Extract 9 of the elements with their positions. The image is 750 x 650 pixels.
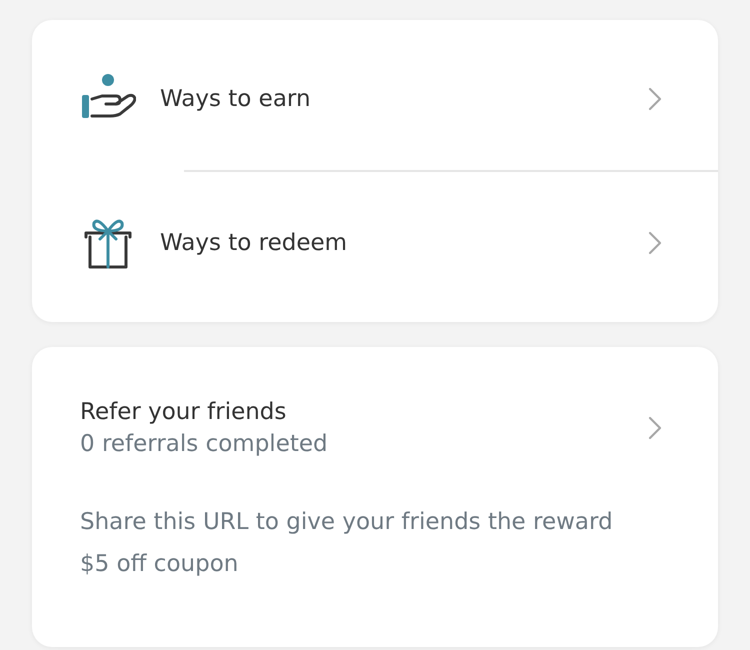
chevron-icon <box>648 416 662 440</box>
chevron-icon <box>648 87 662 111</box>
menu-item[interactable]: Ways to redeem <box>160 230 648 256</box>
menu-item[interactable]: Ways to earn <box>160 86 648 112</box>
share-description: Share this URL to give your friends the reward <box>80 508 614 537</box>
referral-count: 0 referrals completed <box>80 431 329 457</box>
referral-title[interactable]: Refer your friends <box>80 399 648 425</box>
chevron-icon <box>648 231 662 255</box>
reward-text: $5 off coupon <box>80 550 240 579</box>
